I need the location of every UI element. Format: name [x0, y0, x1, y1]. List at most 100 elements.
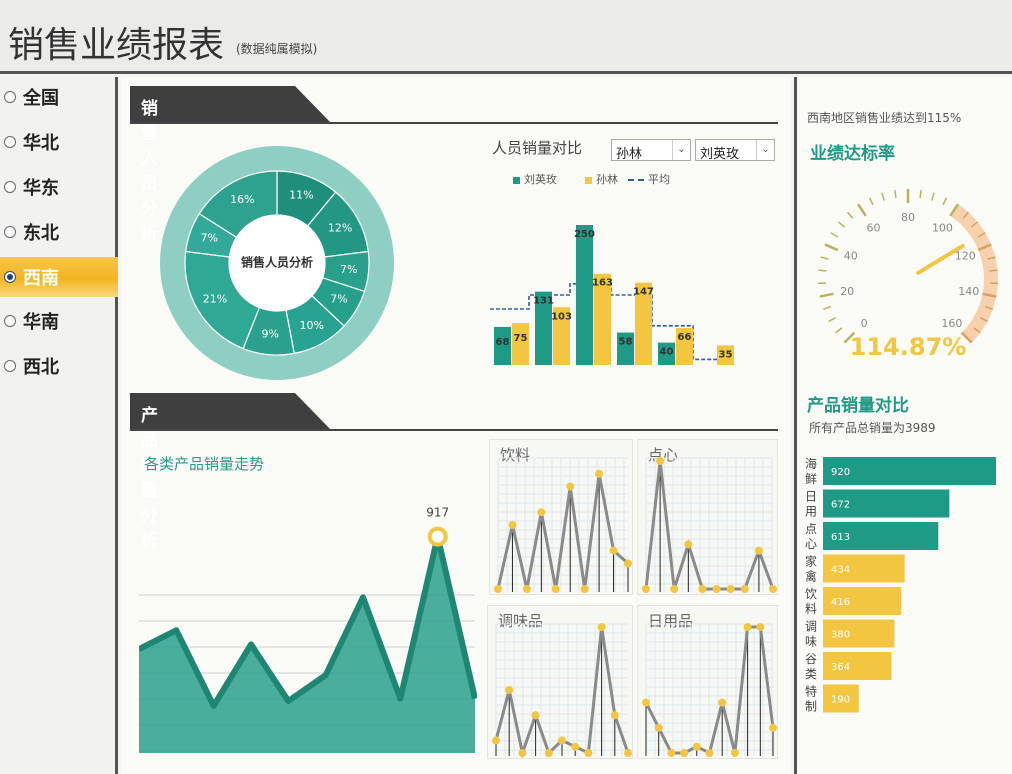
gauge-tick-label: 80 [901, 211, 915, 224]
product-bar-category: 用 [805, 505, 817, 519]
compare-title: 人员销量对比 [492, 139, 583, 157]
donut-slice-label: 16% [230, 193, 254, 206]
donut-slice-label: 21% [203, 293, 227, 306]
product-bar-category: 调 [805, 620, 817, 634]
data-point [642, 585, 650, 593]
legend-item-avg: 平均 [628, 171, 670, 187]
daily-goods-line-chart [642, 623, 777, 757]
right-panel: 西南地区销售业绩达到115% 业绩达标率 0 20 40 60 80 100 120 140 1… [794, 77, 1012, 774]
region-option-east[interactable]: 华东 [0, 167, 118, 207]
donut-center-label: 销售人员分析 [241, 255, 313, 270]
peak-value-label: 917 [426, 506, 449, 520]
data-point [492, 736, 500, 745]
data-point [558, 736, 566, 745]
gauge-tick [823, 305, 832, 311]
gauge-tick [835, 327, 843, 334]
gauge-tick-label: 140 [958, 285, 979, 298]
data-point [597, 623, 606, 631]
achievement-note: 西南地区销售业绩达到115% [807, 111, 962, 125]
data-point [505, 686, 514, 694]
data-point [580, 585, 589, 593]
data-point [610, 711, 619, 720]
radio-icon[interactable] [4, 91, 16, 103]
product-bar-category: 特 [805, 684, 817, 699]
region-option-southwest[interactable]: 西南 [0, 257, 118, 297]
region-option-all[interactable]: 全国 [0, 77, 118, 117]
chevron-down-icon[interactable]: ⌄ [756, 140, 774, 160]
bar-a-label: 68 [496, 337, 510, 348]
bar-b-label: 75 [514, 333, 528, 344]
data-point [508, 521, 517, 529]
data-point [609, 546, 618, 555]
region-option-south[interactable]: 华南 [0, 301, 118, 341]
region-label: 全国 [23, 88, 59, 109]
data-point [667, 749, 676, 757]
gauge-tick [856, 203, 867, 217]
radio-icon[interactable] [4, 226, 16, 238]
donut-slice-label: 12% [328, 221, 352, 234]
gauge-tick [830, 232, 839, 238]
donut-slice-label: 11% [289, 188, 313, 201]
bar-b-label: 35 [719, 349, 733, 360]
data-point [692, 742, 701, 751]
product-bar-category: 味 [805, 635, 817, 649]
data-point [656, 457, 665, 465]
panel-daily-goods: 日用品 [637, 605, 778, 759]
bar-b-label: 66 [678, 332, 692, 343]
product-bar-value: 672 [831, 500, 850, 511]
product-bar-category: 鲜 [805, 472, 817, 486]
person-a-select[interactable]: 孙林 ⌄ [611, 139, 691, 162]
gauge-tick-label: 40 [844, 249, 858, 262]
product-bar-value: 380 [831, 630, 850, 641]
gauge-tick [868, 197, 874, 206]
gauge-tick [824, 243, 839, 252]
donut-chart: 11% 12% 7% 7% 10% 9% 21% 7% 16% 销售人员分析 [160, 146, 394, 380]
product-bar-category: 饮 [805, 587, 817, 601]
product-bar-category: 制 [805, 700, 817, 714]
region-label: 华南 [23, 312, 59, 333]
total-sales-note: 所有产品总销量为3989 [809, 421, 936, 435]
gauge-value-text: 114.87% [850, 333, 967, 361]
bar-b-label: 103 [551, 311, 572, 322]
bar-b-label: 163 [592, 278, 613, 289]
region-option-northeast[interactable]: 东北 [0, 212, 118, 252]
radio-selected-icon[interactable] [4, 271, 16, 283]
chevron-down-icon[interactable]: ⌄ [672, 140, 690, 160]
region-label: 华北 [23, 133, 59, 154]
data-point [712, 585, 721, 593]
compare-legend: 刘英玫 孙林 平均 [513, 171, 670, 187]
region-label: 华东 [23, 178, 59, 199]
title-bar: 销售业绩报表 (数据纯属模拟) [0, 0, 1012, 74]
bar-a-label: 131 [533, 296, 554, 307]
page-subtitle: (数据纯属模拟) [236, 42, 318, 56]
data-point [769, 723, 777, 732]
radio-icon[interactable] [4, 136, 16, 148]
series-line [494, 626, 630, 759]
data-point [670, 585, 679, 593]
data-point [571, 742, 580, 751]
gauge-tick [847, 211, 854, 219]
product-bar-category: 点 [805, 522, 817, 536]
gauge-tick [837, 221, 846, 228]
product-bar-category: 料 [805, 602, 817, 616]
region-option-northwest[interactable]: 西北 [0, 346, 118, 386]
gauge-tick-label: 0 [861, 317, 868, 330]
gauge-tick-label: 120 [955, 249, 976, 262]
data-point [740, 585, 749, 593]
radio-icon[interactable] [4, 181, 16, 193]
trend-title: 各类产品销量走势 [144, 455, 265, 473]
data-point [537, 508, 546, 517]
peak-marker [427, 526, 448, 547]
region-option-north[interactable]: 华北 [0, 122, 118, 162]
radio-icon[interactable] [4, 315, 16, 327]
product-bar-category: 心 [805, 537, 817, 551]
region-label: 西南 [23, 268, 59, 289]
gauge-tick [942, 197, 948, 206]
data-point [726, 585, 735, 593]
page-title: 销售业绩报表 [8, 25, 225, 66]
radio-icon[interactable] [4, 360, 16, 372]
person-compare-chart: 68 75 131 103 250 163 58 147 40 66 35 [489, 225, 734, 365]
data-point [494, 585, 502, 593]
trend-area [139, 536, 475, 753]
person-b-select[interactable]: 刘英玫 ⌄ [695, 139, 775, 162]
